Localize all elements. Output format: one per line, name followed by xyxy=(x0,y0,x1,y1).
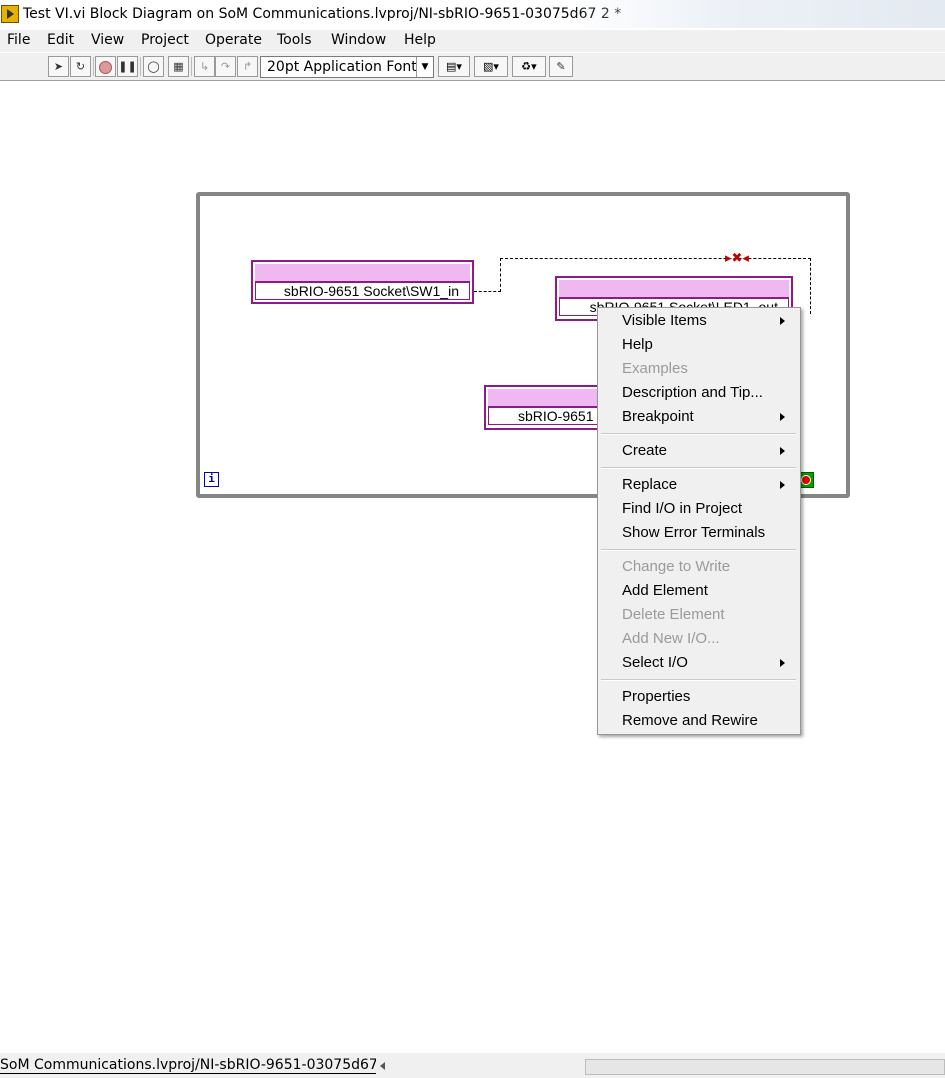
highlight-execution-icon[interactable]: ◯ xyxy=(143,56,164,77)
toolbar-separator xyxy=(191,57,192,76)
menu-view[interactable]: View xyxy=(91,32,124,48)
step-over-icon[interactable]: ↷ xyxy=(215,56,236,77)
reorder-icon[interactable]: ♻▾ xyxy=(512,56,546,77)
labview-vi-icon xyxy=(1,5,19,23)
title-bar-fade xyxy=(565,0,945,28)
menu-item-remove-and-rewire[interactable]: Remove and Rewire xyxy=(622,711,758,731)
font-select-value: 20pt Application Font xyxy=(267,59,417,75)
menu-separator xyxy=(601,467,796,469)
wire-segment[interactable] xyxy=(500,258,811,259)
font-select[interactable]: 20pt Application Font ▼ xyxy=(260,56,434,78)
io-node-label: sbRIO-9651 Socket\SW1_in xyxy=(255,282,470,300)
toolbar-separator xyxy=(140,57,141,76)
menu-separator xyxy=(601,433,796,435)
menu-help[interactable]: Help xyxy=(404,32,436,48)
title-bar: Test VI.vi Block Diagram on SoM Communic… xyxy=(0,0,945,31)
toolbar: ➤ ↻ ❚❚ ◯ ▦ ↳ ↷ ↱ 20pt Application Font ▼… xyxy=(0,53,945,81)
run-continuous-icon[interactable]: ↻ xyxy=(70,56,91,77)
menu-file[interactable]: File xyxy=(7,32,30,48)
menu-item-breakpoint[interactable]: Breakpoint xyxy=(622,407,694,427)
menu-bar: File Edit View Project Operate Tools Win… xyxy=(0,30,945,52)
wire-segment[interactable] xyxy=(500,258,501,292)
step-into-icon[interactable]: ↳ xyxy=(194,56,215,77)
submenu-arrow-icon xyxy=(780,413,785,421)
clean-up-diagram-icon[interactable]: ✎ xyxy=(549,56,573,77)
menu-item-description-and-tip[interactable]: Description and Tip... xyxy=(622,383,763,403)
context-path[interactable]: SoM Communications.lvproj/NI-sbRIO-9651-… xyxy=(0,1057,376,1074)
iteration-terminal[interactable]: i xyxy=(204,472,219,487)
retain-wire-values-icon[interactable]: ▦ xyxy=(168,56,189,77)
menu-item-examples: Examples xyxy=(622,360,688,377)
io-node-header xyxy=(255,264,470,282)
distribute-objects-icon[interactable]: ▧▾ xyxy=(474,56,508,77)
pause-icon[interactable]: ❚❚ xyxy=(117,56,138,77)
context-menu: Visible Items Help Examples Description … xyxy=(597,307,801,735)
menu-separator xyxy=(601,679,796,681)
submenu-arrow-icon xyxy=(780,317,785,325)
menu-item-help[interactable]: Help xyxy=(622,335,653,355)
io-node-sw1[interactable]: sbRIO-9651 Socket\SW1_in xyxy=(251,260,474,304)
io-node-header xyxy=(559,280,789,298)
menu-item-show-error-terminals[interactable]: Show Error Terminals xyxy=(622,523,765,543)
menu-item-change-to-write: Change to Write xyxy=(622,558,731,575)
submenu-arrow-icon xyxy=(780,659,785,667)
menu-item-add-new-io: Add New I/O... xyxy=(622,630,720,647)
menu-item-select-io[interactable]: Select I/O xyxy=(622,653,688,673)
toolbar-separator xyxy=(93,57,94,76)
run-arrow-icon[interactable]: ➤ xyxy=(48,56,69,77)
menu-separator xyxy=(601,549,796,551)
menu-item-add-element[interactable]: Add Element xyxy=(622,581,708,601)
abort-icon[interactable] xyxy=(95,56,116,77)
chevron-down-icon: ▼ xyxy=(416,57,433,77)
menu-item-delete-element: Delete Element xyxy=(622,606,725,623)
menu-project[interactable]: Project xyxy=(141,32,189,48)
wire-segment[interactable] xyxy=(810,258,811,314)
align-objects-icon[interactable]: ▤▾ xyxy=(438,56,470,77)
menu-edit[interactable]: Edit xyxy=(47,32,74,48)
step-out-icon[interactable]: ↱ xyxy=(237,56,258,77)
menu-item-find-io-in-project[interactable]: Find I/O in Project xyxy=(622,499,742,519)
submenu-arrow-icon xyxy=(780,447,785,455)
submenu-arrow-icon xyxy=(780,481,785,489)
menu-item-create[interactable]: Create xyxy=(622,441,667,461)
menu-operate[interactable]: Operate xyxy=(205,32,262,48)
menu-window[interactable]: Window xyxy=(331,32,386,48)
broken-wire-icon: ▸✖◂ xyxy=(725,251,749,266)
horizontal-scrollbar[interactable] xyxy=(585,1059,945,1075)
menu-item-replace[interactable]: Replace xyxy=(622,475,677,495)
menu-item-properties[interactable]: Properties xyxy=(622,687,690,707)
menu-tools[interactable]: Tools xyxy=(277,32,312,48)
status-bar: SoM Communications.lvproj/NI-sbRIO-9651-… xyxy=(0,1053,945,1078)
menu-item-visible-items[interactable]: Visible Items xyxy=(622,311,707,331)
window-title: Test VI.vi Block Diagram on SoM Communic… xyxy=(23,6,622,22)
wire-segment[interactable] xyxy=(474,291,501,292)
scroll-left-arrow-icon[interactable] xyxy=(380,1062,385,1070)
